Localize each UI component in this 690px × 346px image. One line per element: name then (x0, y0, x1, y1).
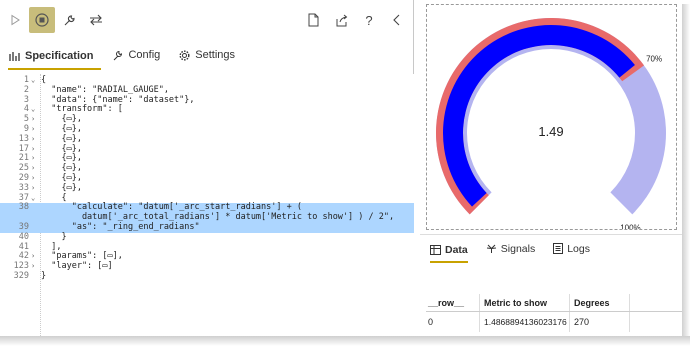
code-text: } (41, 271, 47, 281)
spec-icon (8, 50, 20, 62)
column-header (630, 294, 682, 311)
fold-toggle[interactable]: › (31, 135, 39, 145)
fold-toggle[interactable]: ⌄ (31, 76, 39, 86)
line-number: 329 (13, 271, 29, 281)
tab-label: Signals (500, 242, 536, 255)
data-table: __row__ Metric to show Degrees 0 1.48688… (426, 294, 682, 332)
column-header[interactable]: __row__ (426, 294, 480, 311)
swap-button[interactable] (83, 7, 109, 33)
editor-tabs: Specification Config Settings (0, 40, 414, 70)
gear-icon (178, 49, 190, 61)
table-header: __row__ Metric to show Degrees (426, 294, 682, 312)
line-number: 38 (18, 202, 29, 213)
table-row: 0 1.4868894136023176 270 (426, 312, 682, 332)
table-cell: 1.4868894136023176 (480, 312, 570, 332)
fold-toggle[interactable]: › (31, 154, 39, 164)
stop-button[interactable] (29, 7, 55, 33)
table-cell (630, 312, 682, 332)
toolbar: ? (0, 0, 414, 40)
fold-toggle[interactable]: › (31, 145, 39, 155)
document-icon (308, 13, 319, 27)
stop-icon (35, 13, 49, 27)
tab-label: Logs (567, 242, 590, 255)
fold-toggle[interactable]: ⌄ (31, 194, 39, 204)
fold-toggle[interactable]: › (31, 174, 39, 184)
signals-icon (486, 244, 496, 253)
config-icon (111, 49, 123, 61)
code-line[interactable]: 329} (0, 271, 414, 282)
tab-data[interactable]: Data (430, 239, 468, 263)
code-line[interactable]: 123 › "layer": [▭] (0, 261, 414, 272)
share-button[interactable] (328, 7, 354, 33)
torn-edge-shadow (682, 4, 690, 346)
play-icon (11, 14, 20, 26)
table-cell: 0 (426, 312, 480, 332)
fold-toggle[interactable]: › (31, 252, 39, 262)
visual-preview[interactable]: 1.49 70% 100% (426, 4, 677, 230)
code-line[interactable]: 40 } (0, 232, 414, 243)
share-icon (336, 14, 347, 26)
table-cell: 270 (570, 312, 630, 332)
gauge-value: 1.49 (538, 124, 563, 139)
swap-icon (90, 14, 102, 26)
tab-logs[interactable]: Logs (553, 235, 590, 263)
collapse-button[interactable] (384, 7, 410, 33)
help-button[interactable]: ? (356, 7, 382, 33)
tab-label: Settings (195, 49, 236, 61)
tab-label: Specification (25, 50, 94, 62)
document-button[interactable] (300, 7, 326, 33)
radial-gauge: 1.49 70% 100% (435, 17, 666, 229)
tab-label: Config (128, 49, 161, 61)
tab-signals[interactable]: Signals (486, 235, 535, 263)
tab-specification[interactable]: Specification (8, 44, 102, 70)
code-text: "layer": [▭] (41, 261, 113, 272)
editor-pane: ? Specification Config Settings 1 ⌄ {2 … (0, 0, 414, 336)
code-editor[interactable]: 1 ⌄{2 "name": "RADIAL_GAUGE", 3 "data": {"… (0, 74, 414, 336)
fold-toggle[interactable]: › (31, 164, 39, 174)
fold-toggle[interactable]: › (31, 115, 39, 125)
fold-toggle[interactable]: › (31, 184, 39, 194)
torn-edge-shadow (0, 336, 690, 346)
help-icon: ? (365, 12, 373, 28)
back-icon (393, 14, 400, 26)
tab-config[interactable]: Config (111, 40, 168, 70)
logs-icon (553, 243, 564, 254)
fold-toggle[interactable]: › (31, 262, 39, 272)
gauge-label-70: 70% (646, 54, 662, 63)
data-tabs: Data Signals Logs (420, 234, 682, 263)
play-button[interactable] (2, 7, 28, 33)
gauge-label-100: 100% (620, 223, 640, 229)
wrench-button[interactable] (56, 7, 82, 33)
tab-label: Data (445, 243, 468, 256)
preview-pane: 1.49 70% 100% Data Signals Logs __row__ Me… (420, 0, 682, 336)
column-header[interactable]: Degrees (570, 294, 630, 311)
fold-toggle[interactable]: ⌄ (31, 105, 39, 115)
column-header[interactable]: Metric to show (480, 294, 570, 311)
fold-toggle[interactable]: › (31, 125, 39, 135)
table-icon (430, 244, 441, 255)
wrench-icon (64, 14, 75, 25)
tab-settings[interactable]: Settings (178, 40, 243, 70)
